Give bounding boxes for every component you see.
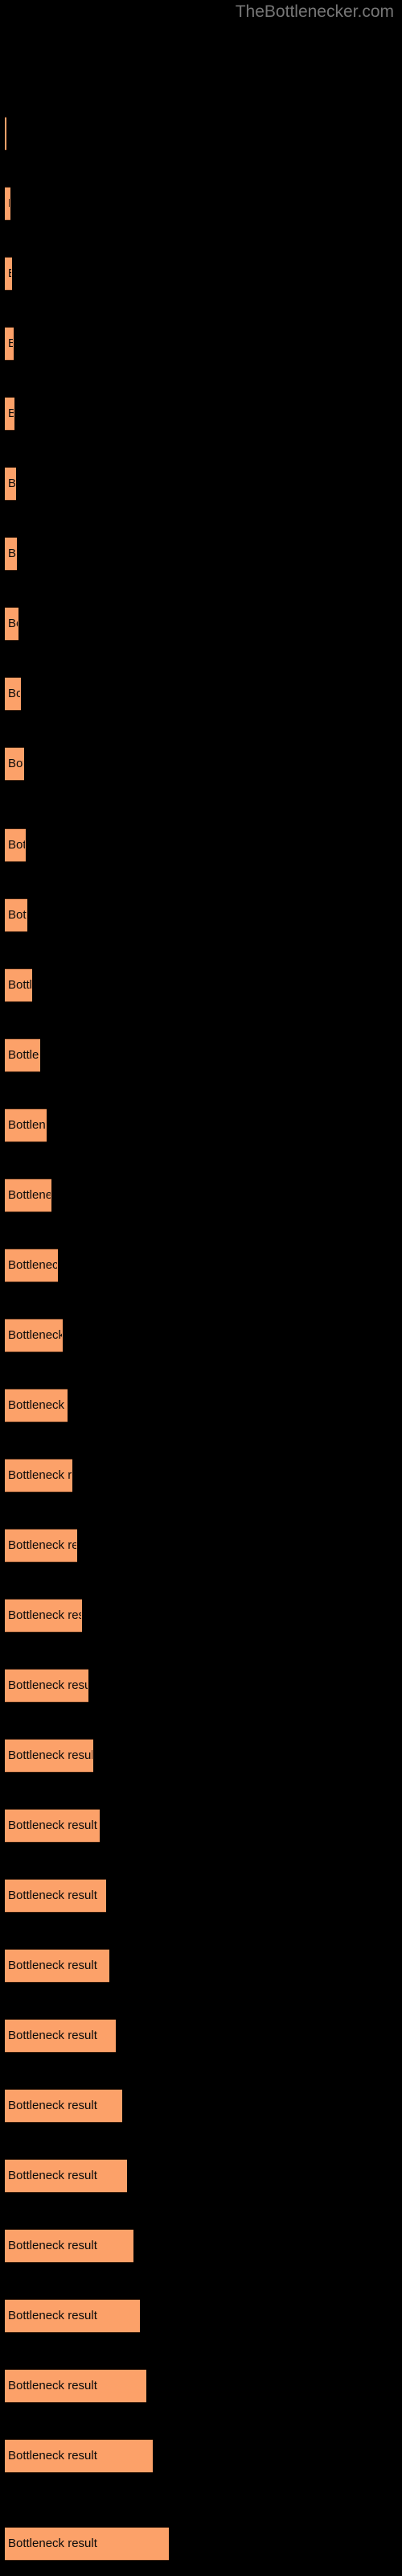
- chart-bar[interactable]: [5, 2369, 146, 2403]
- chart-bar[interactable]: [5, 2019, 116, 2053]
- chart-bar[interactable]: [5, 607, 18, 641]
- chart-bar[interactable]: [5, 968, 32, 1002]
- chart-bar[interactable]: [5, 117, 6, 151]
- chart-bar[interactable]: [5, 1038, 40, 1072]
- chart-bar[interactable]: [5, 2229, 133, 2263]
- chart-bar[interactable]: [5, 2089, 122, 2123]
- chart-bar[interactable]: [5, 1108, 47, 1142]
- chart-bar[interactable]: [5, 1529, 77, 1563]
- chart-bar[interactable]: [5, 1879, 106, 1913]
- chart-bar[interactable]: [5, 1459, 72, 1492]
- chart-bar[interactable]: [5, 677, 21, 711]
- chart-bar[interactable]: [5, 1599, 82, 1633]
- chart-bar[interactable]: [5, 1249, 58, 1282]
- chart-bar[interactable]: [5, 397, 14, 431]
- chart-bar[interactable]: [5, 828, 26, 862]
- chart-bar[interactable]: [5, 747, 24, 781]
- chart-bar[interactable]: [5, 2527, 169, 2561]
- bar-chart-plot-area: Bottleneck resultBottleneck resultBottle…: [0, 0, 402, 2576]
- chart-bar[interactable]: [5, 898, 27, 932]
- chart-bar[interactable]: [5, 1669, 88, 1703]
- chart-bar[interactable]: [5, 537, 17, 571]
- chart-bar[interactable]: [5, 1949, 109, 1983]
- chart-bar[interactable]: [5, 2439, 153, 2473]
- chart-bar[interactable]: [5, 1389, 68, 1422]
- chart-bar[interactable]: [5, 467, 16, 501]
- chart-bar[interactable]: [5, 1319, 63, 1352]
- chart-bar[interactable]: [5, 1809, 100, 1843]
- chart-bar[interactable]: [5, 1739, 93, 1773]
- chart-bar[interactable]: [5, 257, 12, 291]
- chart-bar[interactable]: [5, 1179, 51, 1212]
- chart-bar[interactable]: [5, 327, 14, 361]
- chart-bar[interactable]: [5, 2299, 140, 2333]
- chart-page: TheBottlenecker.com Bottleneck resultBot…: [0, 0, 402, 2576]
- chart-bar[interactable]: [5, 187, 10, 221]
- chart-bar[interactable]: [5, 2159, 127, 2193]
